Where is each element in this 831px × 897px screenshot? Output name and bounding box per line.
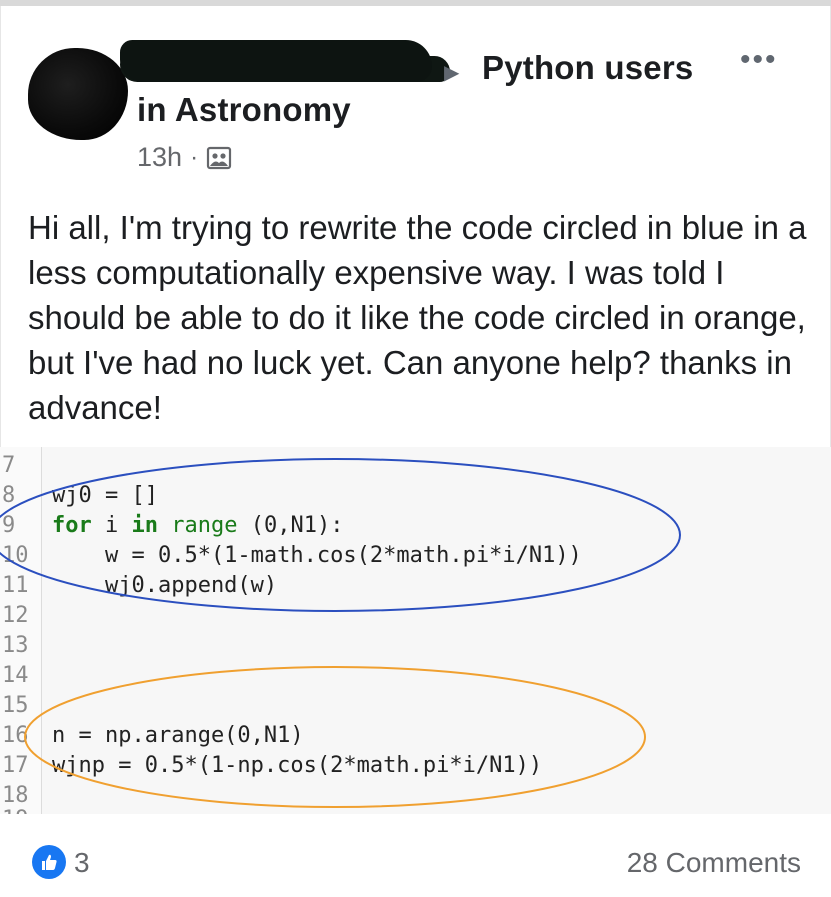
line-number: 7	[2, 453, 16, 478]
post-meta: 13h ·	[137, 142, 232, 173]
code-line-17: wjnp = 0.5*(1-np.cos(2*math.pi*i/N1))	[52, 753, 543, 778]
line-number: 13	[2, 633, 29, 658]
comments-count[interactable]: 28 Comments	[627, 847, 801, 879]
code-args: (0,N1):	[237, 513, 344, 538]
redacted-author-name-scribble	[120, 40, 432, 82]
line-number: 14	[2, 663, 29, 688]
like-count[interactable]: 3	[74, 847, 90, 879]
builtin-range: range	[158, 513, 238, 538]
avatar[interactable]	[28, 48, 128, 140]
code-line-10: w = 0.5*(1-math.cos(2*math.pi*i/N1))	[52, 543, 582, 568]
code-line-11: wj0.append(w)	[52, 573, 278, 598]
line-number: 8	[2, 483, 16, 508]
more-icon[interactable]: •••	[740, 45, 778, 75]
thumbs-up-icon[interactable]	[32, 845, 66, 879]
keyword-in: in	[131, 513, 159, 538]
code-line-16: n = np.arange(0,N1)	[52, 723, 304, 748]
line-number: 11	[2, 573, 29, 598]
code-var: i	[91, 513, 132, 538]
line-number: 15	[2, 693, 29, 718]
arrow-right-icon: ▶	[444, 62, 460, 84]
group-name-continued[interactable]: in Astronomy	[137, 91, 351, 129]
line-number: 19	[2, 807, 36, 814]
line-number: 9	[2, 513, 16, 538]
keyword-for: for	[52, 513, 92, 538]
post-text: Hi all, I'm trying to rewrite the code c…	[28, 209, 807, 426]
group-name[interactable]: Python users	[482, 49, 693, 87]
line-number: 10	[2, 543, 29, 568]
gutter-divider	[41, 447, 42, 814]
line-number: 17	[2, 753, 29, 778]
post-time[interactable]: 13h	[137, 142, 182, 173]
code-line-9: for i in range (0,N1):	[52, 513, 343, 538]
line-number: 16	[2, 723, 29, 748]
code-line-8: wj0 = []	[52, 483, 158, 508]
line-number: 12	[2, 603, 29, 628]
meta-separator: ·	[190, 143, 199, 171]
line-number: 18	[2, 783, 29, 808]
code-screenshot[interactable]: 7 8 9 10 11 12 13 14 15 16 17 18 19 wj0 …	[0, 447, 831, 814]
group-photo-icon	[206, 145, 232, 171]
